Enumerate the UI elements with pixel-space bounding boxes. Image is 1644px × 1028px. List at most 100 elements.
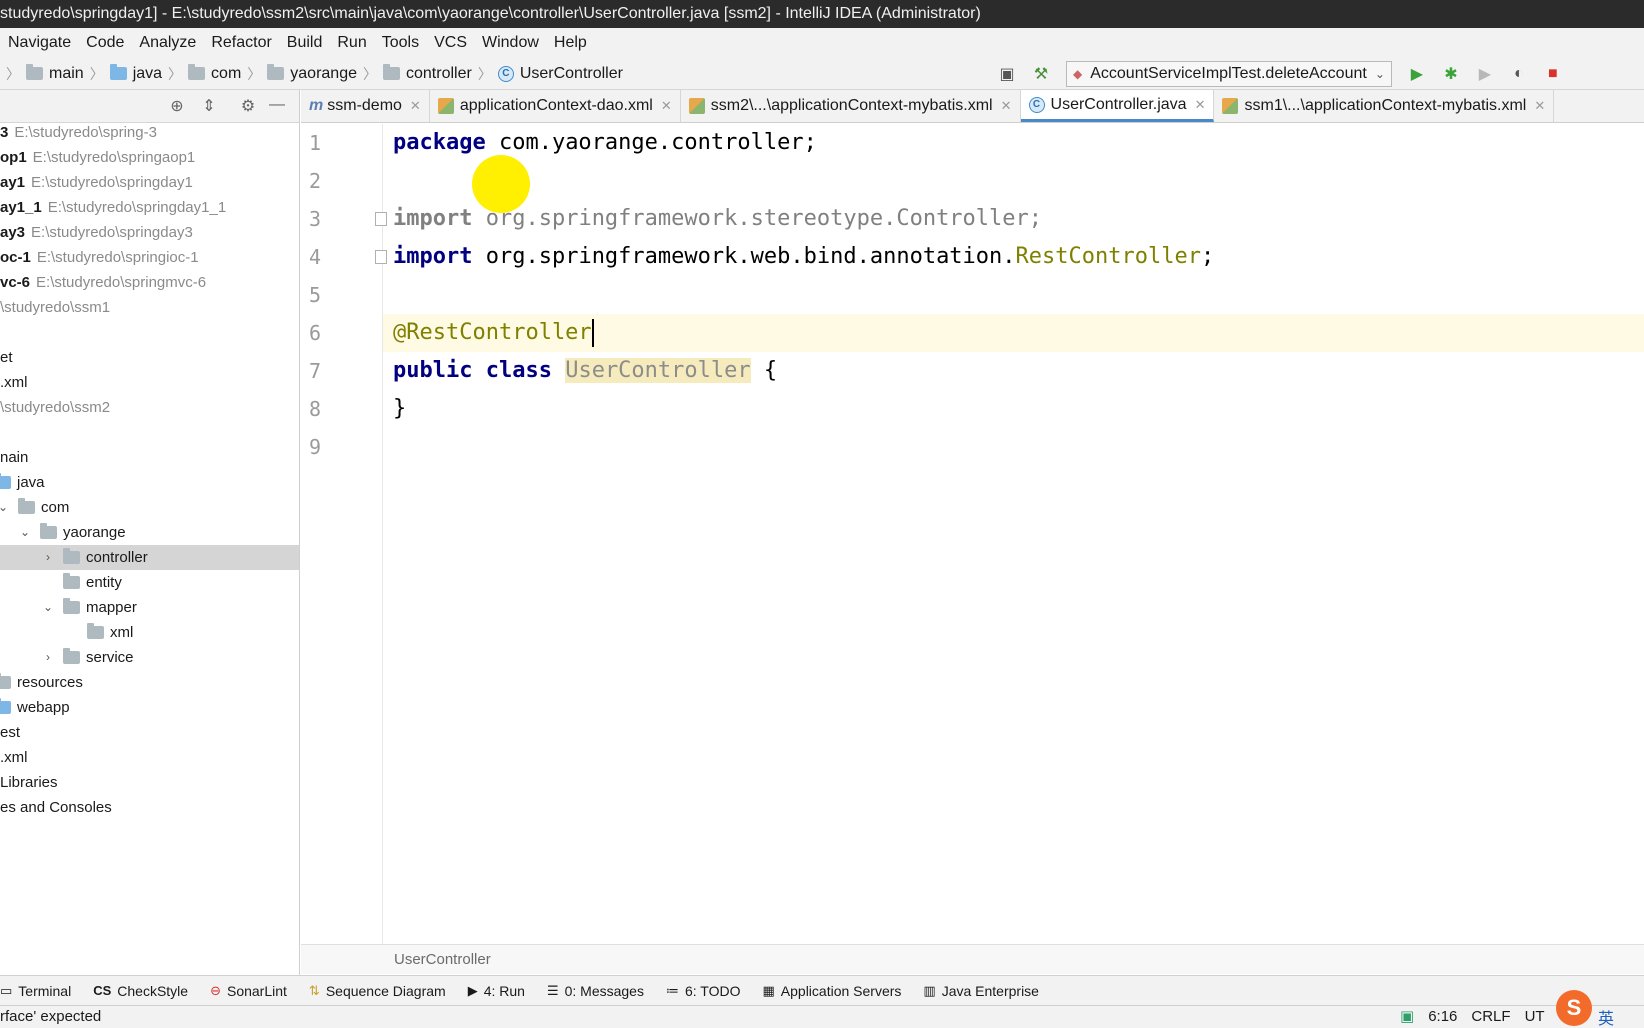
tool-sequence-diagram[interactable]: ⇅ Sequence Diagram [309, 983, 446, 999]
caret-position[interactable]: 6:16 [1428, 1006, 1457, 1028]
menu-tools[interactable]: Tools [382, 34, 419, 52]
tree-module-ssm1[interactable]: \studyredo\ssm1 [0, 295, 299, 320]
tree-module-springday1-1[interactable]: ay1_1 E:\studyredo\springday1_1 [0, 195, 299, 220]
project-structure-icon[interactable]: ▣ [996, 63, 1018, 85]
collapse-all-icon[interactable]: ⇕ [198, 96, 220, 116]
breadcrumb-java[interactable]: java [133, 65, 162, 83]
tree-module-springioc-1[interactable]: oc-1 E:\studyredo\springioc-1 [0, 245, 299, 270]
keyword: public class [393, 358, 552, 383]
breadcrumb-main[interactable]: main [49, 65, 84, 83]
tab-ssm1-applicationcontext-mybatis[interactable]: ssm1\...\applicationContext-mybatis.xml ✕ [1214, 90, 1555, 122]
breadcrumb-com[interactable]: com [211, 65, 241, 83]
package-icon [188, 64, 206, 80]
editor-breadcrumb[interactable]: UserController [301, 944, 1644, 974]
tree-file-xml[interactable]: .xml [0, 745, 299, 770]
chevron-right-icon[interactable]: › [41, 545, 55, 570]
close-icon[interactable]: ✕ [661, 98, 672, 114]
tool-messages[interactable]: ☰ 0: Messages [547, 983, 644, 999]
tool-checkstyle[interactable]: CS CheckStyle [93, 983, 188, 999]
tree-package-xml[interactable]: xml [0, 620, 299, 645]
tree-module-spring-3[interactable]: 3 E:\studyredo\spring-3 [0, 120, 299, 145]
fold-marker-icon[interactable] [375, 212, 387, 226]
fold-marker-icon[interactable] [375, 250, 387, 264]
chevron-down-icon[interactable]: ⌄ [18, 520, 32, 545]
close-icon[interactable]: ✕ [1195, 97, 1206, 113]
tree-scratches-consoles[interactable]: es and Consoles [0, 795, 299, 820]
tree-item-label: .xml [0, 374, 28, 391]
tree-folder-main[interactable]: nain [0, 445, 299, 470]
tab-ssm-demo[interactable]: m ssm-demo ✕ [301, 90, 430, 122]
event-log-icon[interactable]: ▣ [1400, 1006, 1414, 1028]
chevron-right-icon[interactable]: › [41, 645, 55, 670]
breadcrumb-controller[interactable]: controller [406, 65, 472, 83]
spring-xml-icon [1222, 98, 1239, 114]
stop-icon[interactable]: ■ [1542, 63, 1564, 85]
tree-external-libraries[interactable]: Libraries [0, 770, 299, 795]
close-icon[interactable]: ✕ [1534, 98, 1545, 114]
menu-help[interactable]: Help [554, 34, 587, 52]
status-bar: rface' expected ▣ 6:16 CRLF UT [0, 1005, 1644, 1028]
breadcrumb-usercontroller[interactable]: UserController [520, 65, 623, 83]
code-editor[interactable]: 1 2 3 4 5 6 7 8 9 package com.yaorange.c… [301, 124, 1644, 944]
breadcrumb-yaorange[interactable]: yaorange [290, 65, 357, 83]
tree-module-springmvc-6[interactable]: vc-6 E:\studyredo\springmvc-6 [0, 270, 299, 295]
profile-icon[interactable]: ◐ [1508, 63, 1530, 85]
tab-usercontroller[interactable]: C UserController.java ✕ [1020, 90, 1215, 122]
run-coverage-icon[interactable]: ▶ [1474, 63, 1496, 85]
menu-refactor[interactable]: Refactor [211, 34, 271, 52]
tree-module-springday3[interactable]: ay3 E:\studyredo\springday3 [0, 220, 299, 245]
ime-mode[interactable]: 英 [1598, 1005, 1614, 1028]
tree-package-service[interactable]: › service [0, 645, 299, 670]
tab-applicationcontext-dao[interactable]: applicationContext-dao.xml ✕ [430, 90, 681, 122]
run-icon[interactable]: ▶ [1406, 63, 1428, 85]
tree-folder-webapp[interactable]: webapp [0, 695, 299, 720]
tool-terminal[interactable]: ▭ Terminal [0, 983, 71, 999]
tool-run[interactable]: ▶ 4: Run [468, 983, 525, 999]
tree-package-controller[interactable]: › controller [0, 545, 299, 570]
tool-java-enterprise[interactable]: ▥ Java Enterprise [923, 983, 1039, 999]
code-line-8: } [393, 390, 406, 428]
hide-icon[interactable]: — [266, 96, 288, 116]
chevron-down-icon[interactable]: ⌄ [41, 595, 55, 620]
close-icon[interactable]: ✕ [1001, 98, 1012, 114]
tree-module-springday1[interactable]: ay1 E:\studyredo\springday1 [0, 170, 299, 195]
tool-application-servers[interactable]: ▦ Application Servers [762, 983, 901, 999]
ime-logo-icon[interactable]: S [1556, 990, 1592, 1026]
tree-folder-resources[interactable]: resources [0, 670, 299, 695]
build-hammer-icon[interactable]: ⚒ [1030, 63, 1052, 85]
debug-icon[interactable]: ✱ [1440, 63, 1462, 85]
run-configuration-select[interactable]: ◆ AccountServiceImplTest.deleteAccount ⌄ [1066, 61, 1392, 87]
menu-code[interactable]: Code [86, 34, 124, 52]
menu-window[interactable]: Window [482, 34, 539, 52]
tree-folder-java[interactable]: java [0, 470, 299, 495]
locate-icon[interactable]: ⊕ [166, 96, 188, 116]
tree-package-yaorange[interactable]: ⌄ yaorange [0, 520, 299, 545]
tab-ssm2-applicationcontext-mybatis[interactable]: ssm2\...\applicationContext-mybatis.xml ✕ [681, 90, 1021, 122]
file-encoding[interactable]: UT [1525, 1006, 1545, 1028]
source-folder-icon [109, 64, 127, 80]
tree-package-entity[interactable]: entity [0, 570, 299, 595]
breadcrumb: 〉 main 〉 java 〉 com 〉 yaorange 〉 control… [0, 64, 623, 84]
mouse-cursor-highlight [472, 155, 530, 213]
tool-sonarlint[interactable]: ⊖ SonarLint [210, 983, 287, 999]
menu-analyze[interactable]: Analyze [139, 34, 196, 52]
tree-package-mapper[interactable]: ⌄ mapper [0, 595, 299, 620]
servers-icon: ▦ [762, 982, 775, 998]
editor-gutter[interactable]: 1 2 3 4 5 6 7 8 9 [301, 124, 387, 944]
menu-navigate[interactable]: Navigate [8, 34, 71, 52]
tree-module-ssm2[interactable]: \studyredo\ssm2 [0, 395, 299, 420]
menu-run[interactable]: Run [337, 34, 366, 52]
menu-build[interactable]: Build [287, 34, 323, 52]
close-icon[interactable]: ✕ [410, 98, 421, 114]
tree-item-et[interactable]: et [0, 345, 299, 370]
tool-todo[interactable]: ≔ 6: TODO [666, 983, 741, 999]
line-separator[interactable]: CRLF [1471, 1006, 1510, 1028]
menu-vcs[interactable]: VCS [434, 34, 467, 52]
tree-module-springaop1[interactable]: op1 E:\studyredo\springaop1 [0, 145, 299, 170]
chevron-down-icon[interactable]: ⌄ [0, 495, 10, 520]
tree-folder-test[interactable]: est [0, 720, 299, 745]
gear-icon[interactable]: ⚙ [237, 96, 259, 116]
tree-item-xml[interactable]: .xml [0, 370, 299, 395]
tree-package-com[interactable]: ⌄ com [0, 495, 299, 520]
sequence-diagram-icon: ⇅ [308, 982, 320, 998]
